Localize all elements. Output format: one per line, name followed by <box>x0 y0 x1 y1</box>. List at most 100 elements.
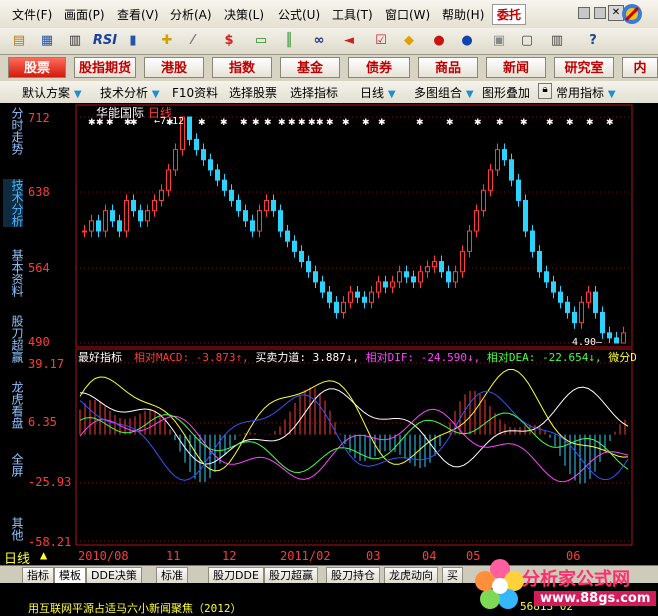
scheme-label: 默认方案 <box>22 86 71 100</box>
money-icon[interactable]: ▭ <box>252 32 270 50</box>
menu-formula[interactable]: 公式(U) <box>278 6 320 23</box>
candle-body <box>418 271 423 283</box>
candle-body <box>236 199 241 212</box>
signal-star-icon: ✱ <box>240 118 248 128</box>
binoculars-icon[interactable]: ∞ <box>310 32 328 50</box>
max-price-label: ←7.12 <box>154 116 185 127</box>
overlay-button[interactable]: 图形叠加 <box>482 84 530 101</box>
tab-other[interactable]: 其他 <box>3 517 24 541</box>
multi-chart-dropdown[interactable]: 多图组合 ▼ <box>414 84 474 101</box>
category-research[interactable]: 研究室 <box>554 57 614 78</box>
select-indicator-button[interactable]: 选择指标 <box>290 84 338 101</box>
menu-help[interactable]: 帮助(H) <box>442 6 484 23</box>
candle-body <box>453 271 458 283</box>
restore-icon[interactable] <box>594 7 606 19</box>
f10-button[interactable]: F10资料 <box>172 84 218 101</box>
megaphone-icon[interactable]: ◄ <box>340 32 358 50</box>
min-price-value: 4.90 <box>572 337 597 348</box>
ind-dea: 相对DEA: -22.654↓, <box>486 351 602 364</box>
menu-file[interactable]: 文件(F) <box>12 6 52 23</box>
candle-body <box>215 169 220 181</box>
layout-icon[interactable]: ▥ <box>548 32 566 50</box>
multi-chart-label: 多图组合 <box>414 86 463 100</box>
common-indicator-label: 常用指标 <box>556 86 605 100</box>
menu-tools[interactable]: 工具(T) <box>332 6 373 23</box>
candle-body <box>488 169 493 191</box>
grid-icon[interactable]: ▥ <box>66 32 84 50</box>
candle-body <box>271 199 276 212</box>
candle-body <box>397 271 402 283</box>
menu-decision[interactable]: 决策(L) <box>224 6 264 23</box>
common-indicator-dropdown[interactable]: 常用指标 ▼ <box>556 84 616 101</box>
stock-name: 华能国际 <box>96 106 145 120</box>
signal-star-icon: ✱ <box>298 118 306 128</box>
entrust-button[interactable]: 委托 <box>492 4 527 25</box>
category-index[interactable]: 指数 <box>212 57 272 78</box>
period-dropdown[interactable]: 日线 ▼ <box>360 84 396 101</box>
category-funds[interactable]: 基金 <box>280 57 340 78</box>
chart-area[interactable]: ✱ ✱ ✱ ✱ ✱ ✱ ✱ ✱ ✱ ✱ ✱ ✱ ✱ ✱ ✱ ✱ ✱ ✱ ✱ ✱ ✱ ✱ ✱ ✱ ✱ ✱ ✱ ✱ ✱ 华能国际 日线 ←7… <box>26 103 657 565</box>
rsi-icon[interactable]: RSI <box>92 32 118 50</box>
candle-body <box>355 291 360 298</box>
category-news[interactable]: 新闻 <box>486 57 546 78</box>
menu-analysis[interactable]: 分析(A) <box>170 6 212 23</box>
diamond-icon[interactable]: ◆ <box>400 32 418 50</box>
menu-window[interactable]: 窗口(W) <box>385 6 430 23</box>
period-indicator[interactable]: 日线 ▲ <box>0 547 72 567</box>
candle-body <box>117 220 122 232</box>
candle-body <box>369 291 374 303</box>
window-icon[interactable]: ▢ <box>518 32 536 50</box>
open-icon[interactable]: ▤ <box>10 32 28 50</box>
category-commodities[interactable]: 商品 <box>418 57 478 78</box>
candle-body <box>103 210 108 232</box>
info-icon[interactable]: ● <box>430 32 448 50</box>
category-bar: 股票 股指期货 港股 指数 基金 债券 商品 新闻 研究室 内 <box>0 55 658 81</box>
tech-analysis-dropdown[interactable]: 技术分析 ▼ <box>100 84 160 101</box>
minimize-icon[interactable] <box>578 7 590 19</box>
scheme-dropdown[interactable]: 默认方案 ▼ <box>22 84 82 101</box>
menu-view-screen[interactable]: 画面(P) <box>64 6 105 23</box>
dollar-icon[interactable]: $ <box>220 32 238 50</box>
menu-view[interactable]: 查看(V) <box>117 6 159 23</box>
tab-fundamentals[interactable]: 基本资料 <box>3 249 24 297</box>
candle-body <box>131 199 136 212</box>
chart-icon[interactable]: ▦ <box>38 32 56 50</box>
candle-body <box>124 199 129 232</box>
candle-body <box>222 179 227 191</box>
signal-star-icon: ✱ <box>378 118 386 128</box>
candle-body <box>607 332 612 339</box>
sh-index-value: 2684.04 <box>72 584 123 598</box>
category-bonds[interactable]: 债券 <box>348 57 410 78</box>
right-strip <box>636 103 658 565</box>
chart-canvas: ✱ ✱ ✱ ✱✱ ✱ ✱ ✱ ✱ ✱ ✱ ✱ ✱ ✱ ✱ ✱ ✱ ✱ ✱ ✱ ✱ ✱ ✱ ✱ ✱ ✱ ✱ ✱ ✱ <box>75 104 633 546</box>
category-hk-stocks[interactable]: 港股 <box>144 57 204 78</box>
signal-star-icon: ✱ <box>198 118 206 128</box>
stripe-icon[interactable]: ║ <box>280 32 298 50</box>
category-more[interactable]: 内 <box>622 57 658 78</box>
signal-star-icon: ✱ <box>566 118 574 128</box>
candle-body <box>432 261 437 268</box>
price-panel-frame <box>75 104 633 348</box>
triangle-up-icon: ▲ <box>40 548 48 562</box>
chevron-down-icon: ▼ <box>151 89 160 100</box>
info2-icon[interactable]: ● <box>458 32 476 50</box>
ruler-icon[interactable]: ⁄ <box>184 32 202 50</box>
help-icon[interactable]: ? <box>584 32 602 50</box>
candle-body <box>278 210 283 232</box>
select-stock-button[interactable]: 选择股票 <box>229 84 277 101</box>
tab-tech-analysis[interactable]: 技术分析 <box>3 179 24 227</box>
tab-time-share[interactable]: 分时走势 <box>3 107 24 155</box>
tab-fullscreen[interactable]: 全屏 <box>3 453 24 477</box>
checklist-icon[interactable]: ☑ <box>372 32 390 50</box>
tab-gudao[interactable]: 股刀超赢 <box>3 315 24 363</box>
category-stocks[interactable]: 股票 <box>8 57 66 78</box>
category-index-futures[interactable]: 股指期货 <box>74 57 136 78</box>
note-icon[interactable]: ▣ <box>490 32 508 50</box>
signal-star-icon: ✱ <box>546 118 554 128</box>
lock-icon[interactable]: 🔒︎ <box>538 83 552 99</box>
crosshair-icon[interactable]: ✚ <box>158 32 176 50</box>
candle-body <box>82 230 87 233</box>
indicator-panel-frame <box>75 348 633 546</box>
tab-longhu[interactable]: 龙虎看盘 <box>3 381 24 429</box>
bars-icon[interactable]: ▮ <box>124 32 142 50</box>
